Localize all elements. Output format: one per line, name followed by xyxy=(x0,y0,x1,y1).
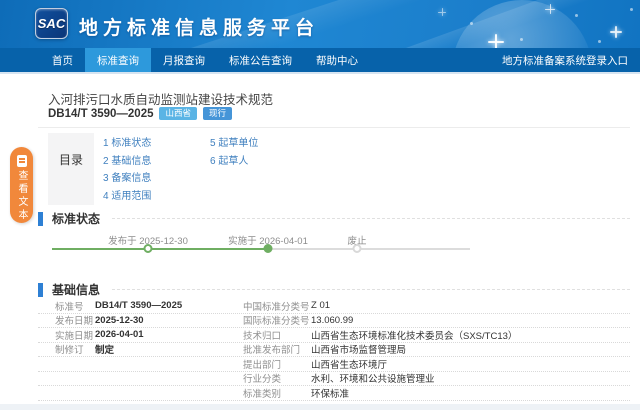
sac-logo[interactable]: SAC xyxy=(35,8,68,39)
table-row: 提出部门 山西省生态环境厅 xyxy=(38,357,630,372)
timeline-node-abolished xyxy=(353,244,362,253)
current-status-badge: 现行 xyxy=(203,107,232,120)
basic-info-section-title: 基础信息 xyxy=(52,281,100,298)
standard-code-row: DB14/T 3590—2025 山西省 现行 xyxy=(48,107,232,120)
field-value: 2025-12-30 xyxy=(95,315,243,326)
deco-dot xyxy=(598,40,601,43)
nav-item-announcement-search[interactable]: 标准公告查询 xyxy=(217,48,304,72)
toc-link-filing-info[interactable]: 3 备案信息 xyxy=(103,170,151,188)
standard-title: 入河排污口水质自动监测站建设技术规范 xyxy=(48,89,273,108)
toc-link-standard-status[interactable]: 1 标准状态 xyxy=(103,135,151,153)
table-row: 发布日期 2025-12-30 国际标准分类号 13.060.99 xyxy=(38,314,630,329)
table-row: 制修订 制定 批准发布部门 山西省市场监督管理局 xyxy=(38,343,630,358)
toc-column-1: 1 标准状态 2 基础信息 3 备案信息 4 适用范围 xyxy=(103,135,151,205)
field-label: 制修订 xyxy=(38,343,95,357)
status-timeline: 发布于 2025-12-30 实施于 2026-04-01 废止 xyxy=(38,233,630,263)
field-value: Z 01 xyxy=(311,300,630,311)
sparkle-icon xyxy=(610,26,622,38)
field-value: 制定 xyxy=(95,343,243,357)
timeline-node-implemented xyxy=(264,244,273,253)
table-row: 行业分类 水利、环境和公共设施管理业 xyxy=(38,372,630,387)
document-icon xyxy=(17,155,27,167)
field-value: 13.060.99 xyxy=(311,315,630,326)
section-accent-bar xyxy=(38,283,43,297)
main-nav: 首页 标准查询 月报查询 标准公告查询 帮助中心 地方标准备案系统登录入口 xyxy=(0,48,640,74)
divider xyxy=(38,127,630,128)
deco-dot xyxy=(520,38,523,41)
field-label: 批准发布部门 xyxy=(243,343,311,357)
nav-item-standard-search[interactable]: 标准查询 xyxy=(85,48,151,72)
field-label: 实施日期 xyxy=(38,328,95,342)
table-row: 实施日期 2026-04-01 技术归口 山西省生态环境标准化技术委员会（SXS… xyxy=(38,328,630,343)
footer-strip xyxy=(0,404,640,410)
standard-code: DB14/T 3590—2025 xyxy=(48,108,153,120)
field-label: 中国标准分类号 xyxy=(243,299,311,313)
sparkle-icon xyxy=(488,34,504,48)
field-value: 山西省生态环境标准化技术委员会（SXS/TC13） xyxy=(311,328,630,342)
table-row: 标准类别 环保标准 xyxy=(38,386,630,401)
section-accent-bar xyxy=(38,212,43,226)
section-rule xyxy=(112,289,630,290)
basic-info-table: 标准号 DB14/T 3590—2025 中国标准分类号 Z 01 发布日期 2… xyxy=(38,299,630,401)
timeline-progress-line xyxy=(52,248,268,250)
status-section-title: 标准状态 xyxy=(52,210,100,227)
section-rule xyxy=(112,218,630,219)
timeline-remaining-line xyxy=(268,248,470,250)
deco-dot xyxy=(470,22,473,25)
field-label: 技术归口 xyxy=(243,328,311,342)
province-badge: 山西省 xyxy=(159,107,197,120)
field-value: 2026-04-01 xyxy=(95,329,243,340)
toc-title: 目录 xyxy=(59,151,83,168)
filing-system-login-link[interactable]: 地方标准备案系统登录入口 xyxy=(502,48,640,72)
deco-dot xyxy=(630,8,633,11)
view-text-label: 查看文本 xyxy=(15,170,28,222)
field-label: 标准号 xyxy=(38,299,95,313)
deco-dot xyxy=(575,14,578,17)
nav-item-monthly-report[interactable]: 月报查询 xyxy=(151,48,217,72)
site-header: SAC 地方标准信息服务平台 xyxy=(0,0,640,48)
field-value: 水利、环境和公共设施管理业 xyxy=(311,372,630,386)
nav-item-home[interactable]: 首页 xyxy=(40,48,85,72)
table-row: 标准号 DB14/T 3590—2025 中国标准分类号 Z 01 xyxy=(38,299,630,314)
sac-logo-text: SAC xyxy=(38,16,65,31)
status-section-header: 标准状态 xyxy=(38,211,630,226)
timeline-node-published xyxy=(144,244,153,253)
field-label: 行业分类 xyxy=(243,372,311,386)
field-label: 标准类别 xyxy=(243,386,311,400)
toc-link-basic-info[interactable]: 2 基础信息 xyxy=(103,153,151,171)
basic-info-section-header: 基础信息 xyxy=(38,282,630,297)
field-value: 环保标准 xyxy=(311,386,630,400)
field-value: 山西省生态环境厅 xyxy=(311,357,630,371)
view-text-tab[interactable]: 查看文本 xyxy=(10,147,33,223)
field-label: 提出部门 xyxy=(243,357,311,371)
site-title: 地方标准信息服务平台 xyxy=(79,13,319,40)
field-label: 发布日期 xyxy=(38,314,95,328)
toc-column-2: 5 起草单位 6 起草人 xyxy=(210,135,258,170)
field-value: 山西省市场监督管理局 xyxy=(311,343,630,357)
sparkle-icon xyxy=(438,8,446,16)
nav-item-help-center[interactable]: 帮助中心 xyxy=(304,48,370,72)
toc-link-scope[interactable]: 4 适用范围 xyxy=(103,188,151,206)
toc-link-drafters[interactable]: 6 起草人 xyxy=(210,153,258,171)
field-label: 国际标准分类号 xyxy=(243,314,311,328)
toc-link-drafting-unit[interactable]: 5 起草单位 xyxy=(210,135,258,153)
sparkle-icon xyxy=(545,4,555,14)
field-value: DB14/T 3590—2025 xyxy=(95,300,243,311)
toc-label-box: 目录 xyxy=(48,133,94,205)
